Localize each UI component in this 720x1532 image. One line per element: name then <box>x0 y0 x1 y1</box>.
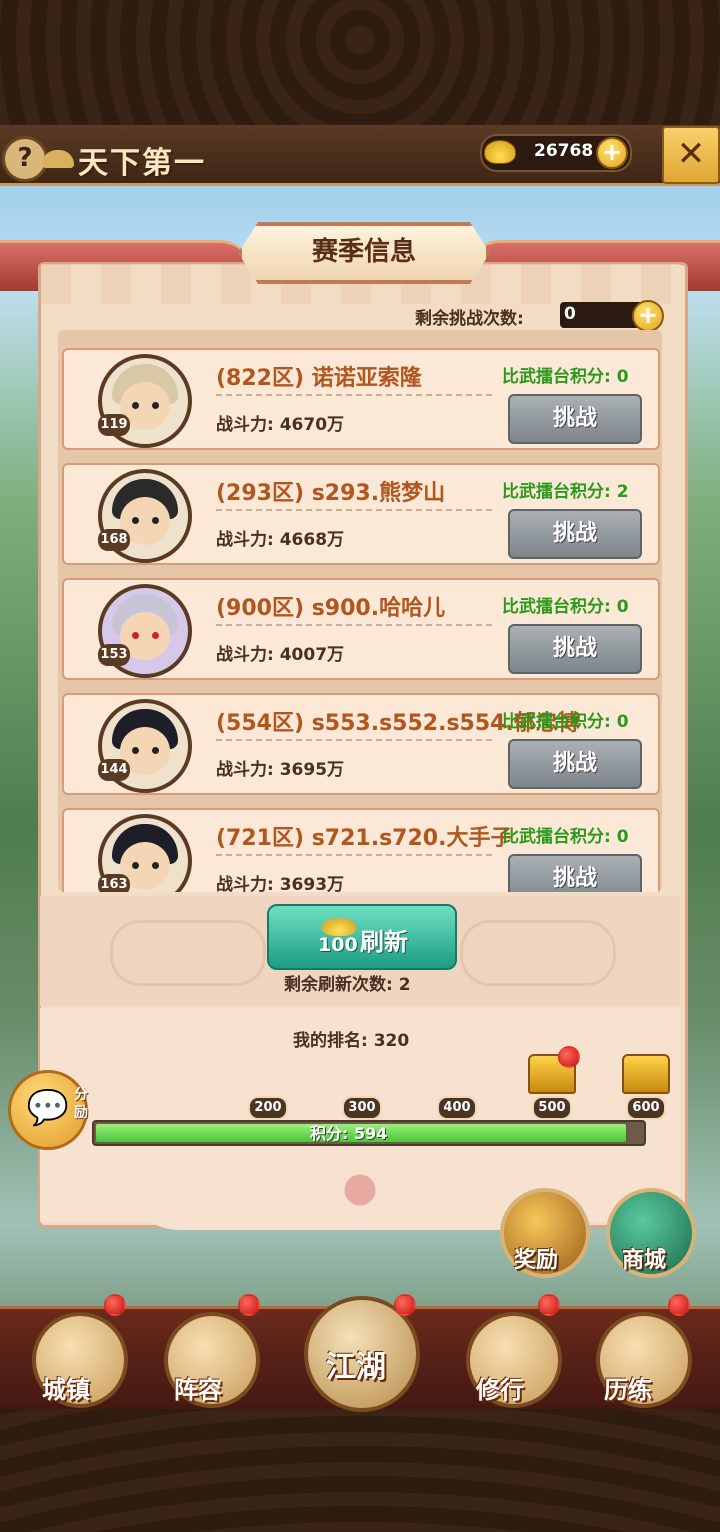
shop-label: 商城 <box>622 1248 667 1273</box>
side-reward-text: 分励 <box>74 1087 88 1121</box>
level-badge: 153 <box>98 644 130 666</box>
challenge-button[interactable]: 挑战 <box>508 854 642 892</box>
reward-label: 奖励 <box>514 1248 559 1273</box>
nav-town-label: 城镇 <box>42 1376 90 1404</box>
opponent-score: 比武擂台积分: 0 <box>502 712 629 732</box>
add-gold-button[interactable]: + <box>596 137 628 169</box>
notification-dot <box>394 1294 416 1316</box>
level-badge: 119 <box>98 414 130 436</box>
notification-dot <box>104 1294 126 1316</box>
divider <box>216 624 494 626</box>
opponent-card: 144 (554区) s553.s552.s554.郁忠博 战斗力: 3695万… <box>62 693 660 795</box>
add-challenges-button[interactable]: + <box>632 300 664 332</box>
reward-chest-icon[interactable] <box>622 1054 670 1094</box>
opponent-name: (822区) 诺诺亚索隆 <box>216 366 422 391</box>
refresh-label: 刷新 <box>360 928 408 956</box>
opponent-power: 战斗力: 3695万 <box>216 760 345 780</box>
score-progress-label: 积分: 594 <box>310 1124 388 1143</box>
opponent-score: 比武擂台积分: 0 <box>502 367 629 387</box>
nav-practice-label: 修行 <box>476 1376 524 1404</box>
opponent-score: 比武擂台积分: 0 <box>502 597 629 617</box>
opponent-score: 比武擂台积分: 0 <box>502 827 629 847</box>
remaining-challenges-value: 0 <box>564 304 576 324</box>
challenge-button[interactable]: 挑战 <box>508 624 642 674</box>
remaining-challenges-label: 剩余挑战次数: <box>415 309 524 329</box>
opponent-name: (900区) s900.哈哈儿 <box>216 596 446 621</box>
background-top <box>0 0 720 125</box>
notification-dot <box>558 1046 580 1068</box>
challenge-button[interactable]: 挑战 <box>508 509 642 559</box>
opponent-list[interactable]: 119 (822区) 诺诺亚索隆 战斗力: 4670万 比武擂台积分: 0 挑战… <box>58 330 662 892</box>
background-bottom <box>0 1406 720 1532</box>
level-badge: 168 <box>98 529 130 551</box>
notification-dot <box>668 1294 690 1316</box>
level-badge: 144 <box>98 759 130 781</box>
close-button[interactable]: ✕ <box>662 126 720 184</box>
cloud-decoration <box>460 920 616 986</box>
divider <box>216 854 494 856</box>
opponent-card: 163 (721区) s721.s720.大手子 战斗力: 3693万 比武擂台… <box>62 808 660 892</box>
refresh-cost: 100 <box>318 934 358 956</box>
milestone-marker: 500 <box>532 1096 572 1120</box>
opponent-name: (293区) s293.熊梦山 <box>216 481 446 506</box>
milestone-marker: 300 <box>342 1096 382 1120</box>
my-rank: 我的排名: 320 <box>293 1031 410 1051</box>
milestone-marker: 600 <box>626 1096 666 1120</box>
opponent-card: 168 (293区) s293.熊梦山 战斗力: 4668万 比武擂台积分: 2… <box>62 463 660 565</box>
divider <box>216 509 494 511</box>
opponent-power: 战斗力: 4668万 <box>216 530 345 550</box>
nav-training-label: 历练 <box>604 1376 652 1404</box>
divider <box>216 739 494 741</box>
opponent-power: 战斗力: 4007万 <box>216 645 345 665</box>
nav-jianghu-label: 江湖 <box>326 1350 386 1385</box>
notification-dot <box>238 1294 260 1316</box>
nav-lineup-label: 阵容 <box>174 1376 222 1404</box>
title-ingot-icon <box>42 150 74 168</box>
opponent-card: 119 (822区) 诺诺亚索隆 战斗力: 4670万 比武擂台积分: 0 挑战 <box>62 348 660 450</box>
opponent-score: 比武擂台积分: 2 <box>502 482 629 502</box>
opponent-power: 战斗力: 3693万 <box>216 875 345 892</box>
opponent-card: 153 (900区) s900.哈哈儿 战斗力: 4007万 比武擂台积分: 0… <box>62 578 660 680</box>
gold-ingot-icon <box>484 140 516 164</box>
opponent-name: (721区) s721.s720.大手子 <box>216 826 513 851</box>
level-badge: 163 <box>98 874 130 892</box>
milestone-marker: 200 <box>248 1096 288 1120</box>
cloud-decoration <box>110 920 266 986</box>
remaining-refresh-count: 剩余刷新次数: 2 <box>284 975 411 995</box>
bottom-ornament <box>320 1160 400 1220</box>
challenge-button[interactable]: 挑战 <box>508 739 642 789</box>
divider <box>216 394 494 396</box>
opponent-power: 战斗力: 4670万 <box>216 415 345 435</box>
chat-bubble-icon: 💬 <box>26 1088 70 1128</box>
milestone-marker: 400 <box>437 1096 477 1120</box>
page-title: 天下第一 <box>78 146 206 181</box>
notification-dot <box>538 1294 560 1316</box>
challenge-button[interactable]: 挑战 <box>508 394 642 444</box>
gold-amount: 26768 <box>534 141 594 161</box>
help-button[interactable]: ? <box>2 136 48 182</box>
season-info-tab: 赛季信息 <box>238 222 490 284</box>
